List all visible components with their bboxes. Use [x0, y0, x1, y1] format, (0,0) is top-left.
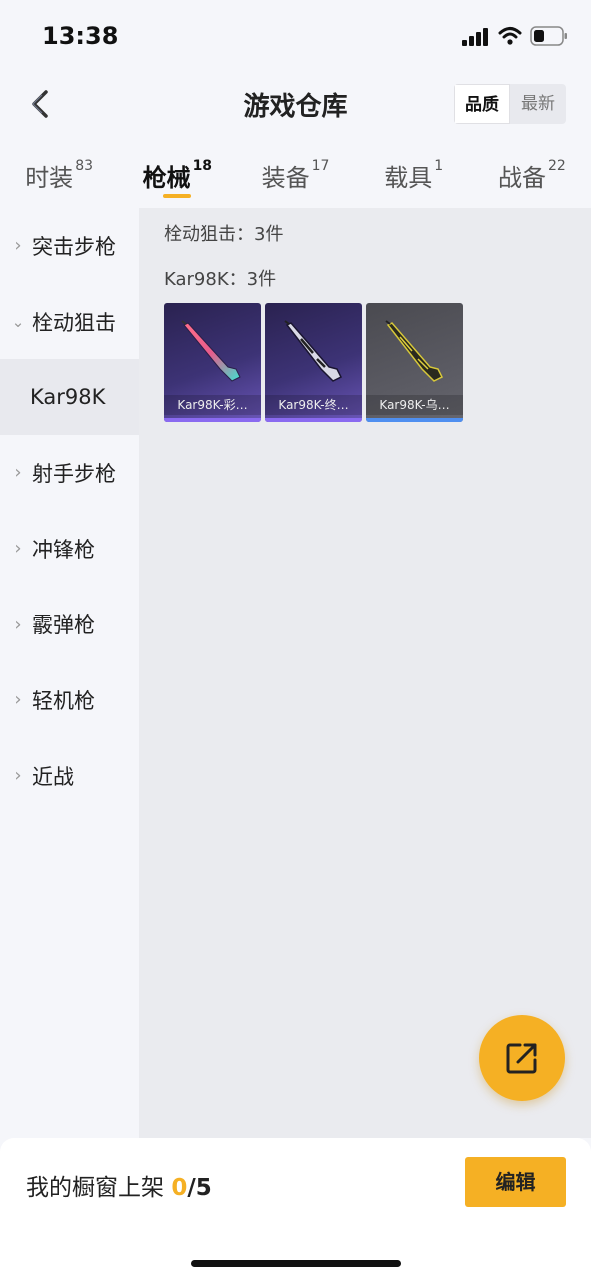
tab-fashion[interactable]: 时装 83	[0, 140, 118, 208]
sort-quality-button[interactable]: 品质	[454, 84, 510, 124]
weapon-content-panel: 栓动狙击：3件 Kar98K：3件 Kar98K-彩… Kar98K-终… Ka…	[139, 208, 591, 1138]
battery-icon	[530, 26, 567, 46]
sidebar-item-label: 霰弹枪	[32, 613, 95, 638]
chevron-left-icon	[32, 90, 48, 118]
chevron-right-icon: ›	[14, 235, 22, 257]
weapon-item-card[interactable]: Kar98K-乌…	[366, 303, 463, 422]
showcase-count: 0/5	[171, 1175, 211, 1201]
tab-count: 83	[75, 158, 94, 174]
tab-equipment[interactable]: 装备 17	[236, 140, 354, 208]
sidebar-item-label: 冲锋枪	[32, 537, 95, 562]
rifle-icon	[284, 320, 343, 382]
tab-label: 战备	[498, 164, 546, 192]
section-title: 栓动狙击：3件	[164, 224, 284, 245]
tab-supplies[interactable]: 战备 22	[473, 140, 591, 208]
chevron-right-icon: ›	[14, 765, 22, 787]
sidebar-item-label: 轻机枪	[32, 688, 95, 713]
weapon-item-card[interactable]: Kar98K-彩…	[164, 303, 261, 422]
sort-toggle: 品质 最新	[454, 84, 566, 124]
sidebar-item-assault-rifle[interactable]: › 突击步枪	[0, 208, 139, 284]
sidebar-item-bolt-action[interactable]: ⌄ 栓动狙击	[0, 284, 139, 360]
status-time: 13:38	[42, 22, 119, 50]
tab-label: 枪械	[142, 164, 191, 192]
showcase-label: 我的橱窗上架	[26, 1175, 164, 1201]
item-name: Kar98K-终…	[265, 395, 362, 415]
item-name: Kar98K-彩…	[164, 395, 261, 415]
tab-vehicles[interactable]: 载具 1	[355, 140, 473, 208]
tab-label: 时装	[25, 164, 74, 192]
tab-label: 载具	[384, 164, 433, 192]
showcase-total-count: /5	[187, 1175, 212, 1201]
back-button[interactable]	[22, 84, 62, 124]
tab-count: 17	[311, 158, 330, 174]
tab-count: 18	[192, 158, 213, 174]
sidebar-item-shotgun[interactable]: › 霰弹枪	[0, 586, 139, 662]
status-bar: 13:38	[0, 0, 591, 72]
showcase-current-count: 0	[171, 1175, 188, 1201]
sidebar-item-label: 突击步枪	[32, 234, 116, 259]
home-indicator	[191, 1260, 401, 1267]
sidebar-item-label: 近战	[32, 764, 74, 789]
rifle-icon	[385, 320, 444, 382]
sidebar-item-smg[interactable]: › 冲锋枪	[0, 511, 139, 587]
chevron-right-icon: ›	[14, 613, 22, 635]
tab-firearms[interactable]: 枪械 18	[118, 140, 236, 208]
chevron-right-icon: ›	[14, 538, 22, 560]
sidebar-item-label: 栓动狙击	[32, 310, 116, 335]
nav-bar: 游戏仓库 品质 最新	[0, 72, 591, 136]
weapon-item-card[interactable]: Kar98K-终…	[265, 303, 362, 422]
sidebar-item-melee[interactable]: › 近战	[0, 738, 139, 814]
sidebar-item-label: 射手步枪	[32, 461, 116, 486]
tab-label: 装备	[261, 164, 310, 192]
item-name: Kar98K-乌…	[366, 395, 463, 415]
showcase-status: 我的橱窗上架 0/5	[26, 1168, 212, 1202]
category-tabs: 时装 83 枪械 18 装备 17 载具 1 战备 22	[0, 140, 591, 208]
chevron-right-icon: ›	[14, 462, 22, 484]
bottom-bar: 我的橱窗上架 0/5 编辑	[0, 1138, 591, 1280]
rifle-icon	[181, 320, 241, 382]
weapon-item-grid: Kar98K-彩… Kar98K-终… Kar98K-乌…	[164, 303, 463, 422]
signal-icon	[462, 28, 488, 46]
tab-count: 22	[548, 158, 566, 174]
chevron-right-icon: ›	[14, 689, 22, 711]
sort-newest-button[interactable]: 最新	[510, 84, 566, 124]
share-external-icon	[506, 1043, 537, 1074]
rarity-bar	[265, 418, 362, 422]
tab-count: 1	[434, 158, 444, 174]
chevron-down-icon: ⌄	[11, 312, 25, 331]
rarity-bar	[366, 418, 463, 422]
active-tab-indicator	[163, 194, 192, 198]
sidebar-item-marksman-rifle[interactable]: › 射手步枪	[0, 435, 139, 511]
rarity-bar	[164, 418, 261, 422]
edit-button[interactable]: 编辑	[465, 1157, 566, 1207]
share-fab-button[interactable]	[479, 1015, 565, 1101]
group-title: Kar98K：3件	[164, 269, 277, 290]
sidebar-item-lmg[interactable]: › 轻机枪	[0, 662, 139, 738]
weapon-category-sidebar: › 突击步枪 ⌄ 栓动狙击 Kar98K › 射手步枪 › 冲锋枪 › 霰弹枪 …	[0, 208, 139, 1138]
sidebar-subitem-kar98k[interactable]: Kar98K	[0, 359, 139, 436]
wifi-icon	[498, 27, 522, 45]
